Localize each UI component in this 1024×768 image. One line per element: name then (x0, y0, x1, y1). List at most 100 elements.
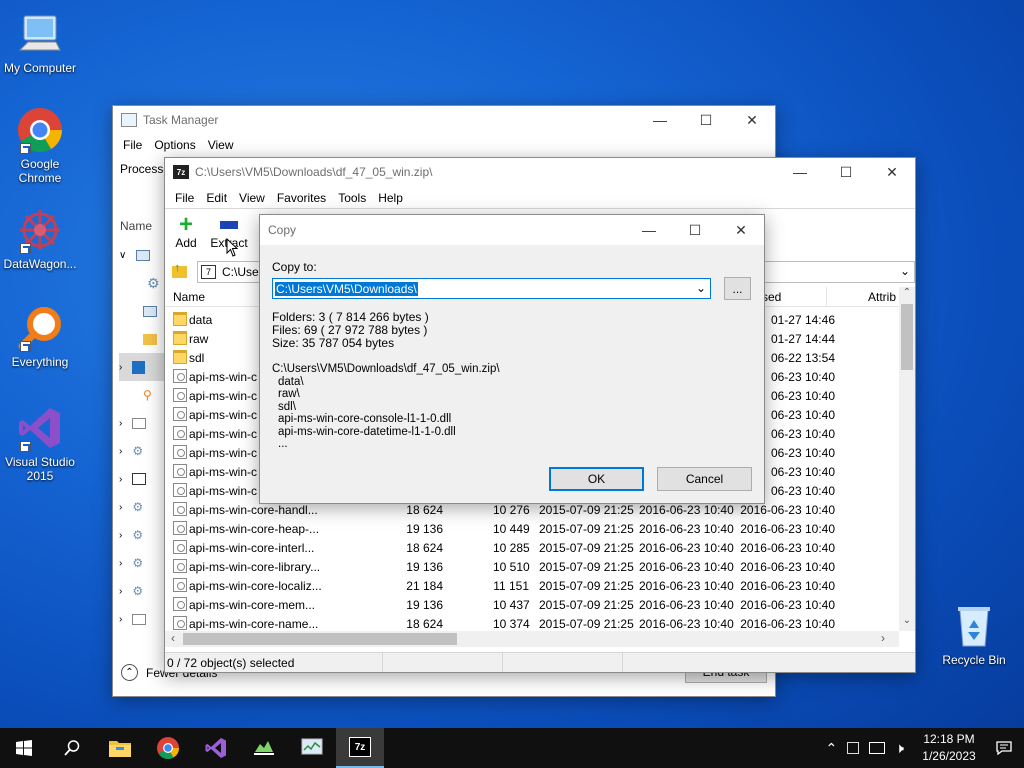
dll-file-icon (173, 521, 187, 535)
system-tray: ⌃ 🕨 (825, 740, 904, 757)
start-button[interactable] (0, 728, 48, 768)
copy-dialog-titlebar: Copy — ☐ ✕ (260, 215, 764, 245)
scroll-down-arrow-icon[interactable]: ⌄ (899, 615, 915, 631)
size-info: Size: 35 787 054 bytes (272, 336, 395, 350)
menu-file[interactable]: File (117, 138, 148, 152)
menu-view[interactable]: View (202, 138, 240, 152)
taskbar-chrome[interactable] (144, 728, 192, 768)
add-button[interactable]: + Add (171, 213, 201, 251)
menu-view[interactable]: View (233, 191, 271, 205)
column-name[interactable]: Name (173, 290, 205, 304)
file-packed: 10 510 (493, 560, 530, 574)
desktop-icon-everything[interactable]: Everything (0, 304, 80, 369)
file-row[interactable]: api-ms-win-core-heap-... 19 136 10 449 2015… (171, 519, 897, 538)
dll-file-icon (173, 426, 187, 440)
scroll-right-arrow-icon[interactable]: › (875, 631, 891, 645)
desktop-icon-datawagon[interactable]: DataWagon... (0, 206, 80, 271)
selection-status: 0 / 72 object(s) selected (165, 653, 383, 672)
file-name: api-ms-win-core-localiz... (189, 579, 322, 593)
task-manager-icon (121, 113, 137, 127)
vertical-scroll-thumb[interactable] (901, 304, 913, 370)
cancel-button[interactable]: Cancel (657, 467, 752, 491)
chevron-down-icon[interactable]: ⌄ (696, 281, 706, 295)
visual-studio-icon (16, 404, 64, 452)
file-packed: 10 437 (493, 598, 530, 612)
file-packed: 10 449 (493, 522, 530, 536)
horizontal-scroll-thumb[interactable] (183, 633, 457, 645)
file-name: api-ms-win-core-name... (189, 617, 319, 631)
desktop-icon-my-computer[interactable]: My Computer (0, 10, 80, 75)
source-item: api-ms-win-core-console-l1-1-0.dll (278, 413, 452, 425)
minimize-button[interactable]: — (777, 158, 823, 186)
tab-processes[interactable]: Processe (120, 162, 170, 176)
menu-help[interactable]: Help (372, 191, 409, 205)
menu-options[interactable]: Options (148, 138, 201, 152)
file-name: api-ms-win-c (189, 370, 258, 384)
file-accessed: 2016-06-23 10:40 (740, 617, 835, 631)
menu-file[interactable]: File (169, 191, 200, 205)
destination-path-input[interactable]: C:\Users\VM5\Downloads\ (275, 281, 418, 296)
volume-icon[interactable]: 🕨 (895, 740, 904, 757)
vertical-scrollbar[interactable]: ⌃ ⌄ (899, 287, 915, 631)
browse-button[interactable]: ... (724, 277, 751, 300)
file-name: data (189, 313, 213, 327)
chevron-up-icon[interactable]: ⌃ (825, 740, 837, 757)
file-name: api-ms-win-c (189, 389, 258, 403)
desktop-icon-label: Visual Studio 2015 (5, 455, 75, 483)
dll-file-icon (173, 540, 187, 554)
desktop-icon-label: My Computer (3, 61, 77, 75)
close-button[interactable]: ✕ (718, 216, 764, 244)
add-label: Add (175, 236, 197, 250)
maximize-button[interactable]: ☐ (683, 106, 729, 134)
file-row[interactable]: api-ms-win-core-library... 19 136 10 510 20… (171, 557, 897, 576)
dll-file-icon (173, 388, 187, 402)
desktop-icon-label: Recycle Bin (942, 653, 1006, 667)
notifications-button[interactable] (984, 728, 1024, 768)
file-modified: 2015-07-09 21:25 (539, 541, 634, 555)
file-created: 2016-06-23 10:40 (639, 541, 734, 555)
menu-tools[interactable]: Tools (332, 191, 372, 205)
menu-favorites[interactable]: Favorites (271, 191, 332, 205)
desktop-icon-google-chrome[interactable]: Google Chrome (0, 106, 80, 185)
sevenzip-title: C:\Users\VM5\Downloads\df_47_05_win.zip\ (195, 165, 433, 179)
scroll-left-arrow-icon[interactable]: ‹ (165, 631, 181, 645)
scroll-up-arrow-icon[interactable]: ⌃ (899, 287, 915, 303)
desktop-icon-recycle-bin[interactable]: Recycle Bin (934, 602, 1014, 667)
file-name: api-ms-win-core-interl... (189, 541, 315, 555)
tray-app-icon[interactable] (847, 742, 860, 754)
chrome-icon (16, 106, 64, 154)
taskbar-7zip[interactable]: 7z (336, 728, 384, 768)
up-folder-button[interactable]: ↑ (169, 262, 189, 282)
ok-button[interactable]: OK (549, 467, 644, 491)
shortcut-arrow-icon (20, 441, 31, 452)
task-manager-titlebar: Task Manager — ☐ ✕ (113, 106, 775, 134)
file-created: 2016-06-23 10:40 (639, 522, 734, 536)
search-button[interactable] (48, 728, 96, 768)
file-row[interactable]: api-ms-win-core-localiz... 21 184 11 151 20… (171, 576, 897, 595)
destination-combobox[interactable]: C:\Users\VM5\Downloads\ ⌄ (272, 278, 711, 299)
minimize-button[interactable]: — (626, 216, 672, 244)
file-row[interactable]: api-ms-win-core-mem... 19 136 10 437 2015-0… (171, 595, 897, 614)
network-icon[interactable] (869, 742, 886, 754)
close-button[interactable]: ✕ (869, 158, 915, 186)
chevron-down-icon[interactable]: ⌄ (900, 264, 910, 278)
taskbar-datawagon[interactable] (240, 728, 288, 768)
close-button[interactable]: ✕ (729, 106, 775, 134)
taskbar-visual-studio[interactable] (192, 728, 240, 768)
column-name[interactable]: Name (120, 219, 152, 233)
source-item: raw\ (278, 388, 300, 400)
desktop-icon-visual-studio[interactable]: Visual Studio 2015 (0, 404, 80, 483)
clock[interactable]: 12:18 PM 1/26/2023 (914, 731, 984, 765)
file-row[interactable]: api-ms-win-core-interl... 18 624 10 285 201… (171, 538, 897, 557)
taskbar-task-manager[interactable] (288, 728, 336, 768)
minimize-button[interactable]: — (637, 106, 683, 134)
column-attributes[interactable]: Attrib (868, 290, 896, 304)
maximize-button[interactable]: ☐ (823, 158, 869, 186)
maximize-button[interactable]: ☐ (672, 216, 718, 244)
taskbar-file-explorer[interactable] (96, 728, 144, 768)
dll-file-icon (173, 445, 187, 459)
recycle-bin-icon (950, 602, 998, 650)
horizontal-scrollbar[interactable]: ‹ › (165, 631, 899, 647)
menu-edit[interactable]: Edit (200, 191, 233, 205)
file-name: api-ms-win-core-library... (189, 560, 321, 574)
